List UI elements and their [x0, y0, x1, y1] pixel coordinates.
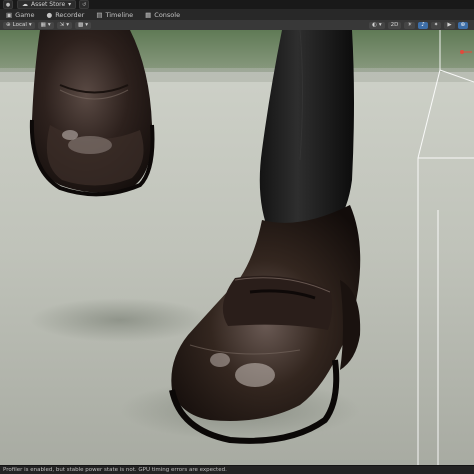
tab-console-label: Console [154, 11, 181, 19]
tab-game-label: Game [15, 11, 35, 19]
camera-icon: ▶ [447, 22, 452, 28]
grid-snap-button[interactable]: ▦ ▾ [37, 21, 54, 29]
scene-toolbar-right: ◐ ▾ 2D ☀ ♪ ✦ ▶ ⊛ [366, 20, 469, 30]
2d-toggle[interactable]: 2D [387, 21, 402, 29]
lighting-icon: ☀ [407, 22, 413, 28]
pivot-label: Local [12, 22, 27, 28]
pivot-rotation-dropdown[interactable]: ⊕ Local ▾ [3, 21, 35, 29]
grid-icon: ▦ [40, 22, 46, 28]
sphere-icon: ◐ [372, 22, 377, 28]
left-loafer [29, 30, 155, 197]
console-icon: ▦ [145, 11, 152, 19]
increment-snap-button[interactable]: ⇲ ▾ [56, 21, 72, 29]
effects-icon: ✦ [433, 22, 439, 28]
tab-recorder-label: Recorder [55, 11, 85, 19]
asset-store-button[interactable]: ☁ Asset Store ▾ [17, 0, 77, 9]
tab-game[interactable]: ▣ Game [0, 10, 41, 20]
chevron-down-icon: ▾ [28, 22, 32, 28]
account-icon[interactable]: ● [3, 0, 13, 9]
chevron-down-icon: ▾ [68, 1, 72, 8]
increment-icon: ⇲ [59, 22, 65, 28]
gizmos-button[interactable]: ⊛ [457, 21, 469, 29]
cloud-icon: ☁ [22, 1, 28, 8]
chevron-down-icon: ▾ [47, 22, 51, 28]
speaker-icon: ♪ [421, 22, 425, 28]
top-bar: ● ☁ Asset Store ▾ ↺ [0, 0, 474, 9]
scene-viewport[interactable] [0, 30, 474, 465]
timeline-icon: ▤ [96, 11, 103, 19]
lighting-toggle[interactable]: ☀ [404, 21, 416, 29]
chevron-down-icon: ▾ [66, 22, 69, 28]
chevron-down-icon: ▾ [378, 22, 382, 28]
tab-timeline-label: Timeline [105, 11, 134, 19]
game-icon: ▣ [6, 11, 13, 19]
fx-toggle[interactable]: ✦ [430, 21, 442, 29]
shading-mode-button[interactable]: ◐ ▾ [369, 21, 385, 29]
tab-timeline[interactable]: ▤ Timeline [90, 10, 139, 20]
scene-render [0, 30, 474, 465]
recorder-icon: ● [46, 11, 53, 19]
local-space-icon: ⊕ [6, 22, 11, 28]
hand-icon: ▩ [77, 22, 84, 28]
chevron-down-icon: ▾ [85, 22, 88, 28]
2d-label: 2D [390, 22, 399, 28]
audio-toggle[interactable]: ♪ [418, 21, 428, 29]
camera-button[interactable]: ▶ [444, 21, 455, 29]
tab-recorder[interactable]: ● Recorder [41, 10, 91, 20]
hand-tool-button[interactable]: ▩ ▾ [74, 21, 91, 29]
gizmo-icon: ⊛ [460, 22, 466, 28]
tab-console[interactable]: ▦ Console [139, 10, 186, 20]
status-bar: Profiler is enabled, but stable power st… [0, 465, 474, 474]
history-icon[interactable]: ↺ [79, 0, 90, 9]
status-message: Profiler is enabled, but stable power st… [3, 467, 227, 473]
asset-store-label: Asset Store [31, 1, 66, 8]
